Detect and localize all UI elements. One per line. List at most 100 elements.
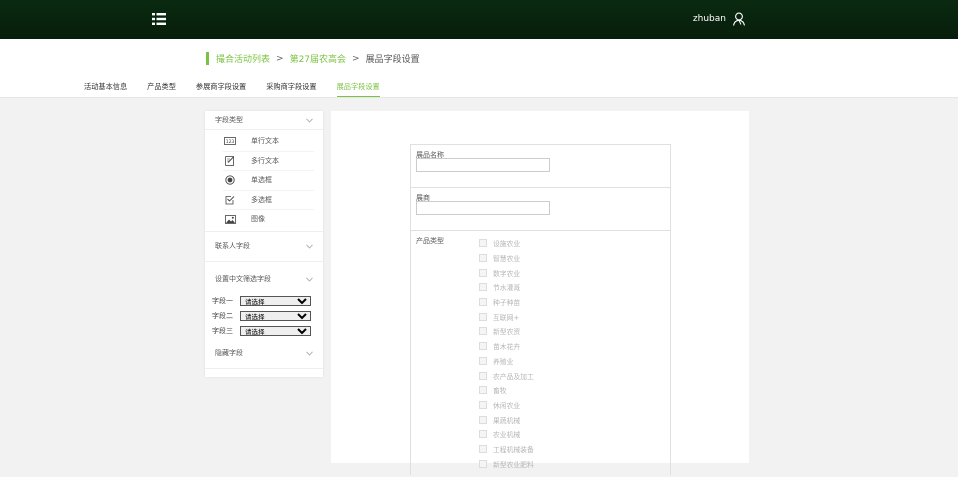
checkbox[interactable] bbox=[479, 415, 487, 424]
breadcrumb-current: 展品字段设置 bbox=[365, 55, 420, 65]
svg-text:123: 123 bbox=[226, 139, 235, 145]
sub-header: 撮合活动列表 > 第27届农高会 > 展品字段设置 活动基本信息 产品类型 参展… bbox=[0, 39, 958, 98]
option-label: 农产品及加工 bbox=[493, 372, 534, 381]
checkbox[interactable] bbox=[479, 239, 487, 248]
product-type-option[interactable]: 休闲农业 bbox=[479, 398, 534, 413]
product-type-option[interactable]: 农产品及加工 bbox=[479, 368, 534, 383]
form-preview-panel: 展品名称 展商 产品类型 设施农业 智慧农业 数字农业 节水灌溉 种子种苗 互联… bbox=[331, 111, 749, 475]
field-sidebar: 字段类型 123 单行文本 多行文本 单选框 多选框 图像 联系人字段 设置中文… bbox=[205, 111, 323, 377]
checkbox[interactable] bbox=[479, 298, 487, 307]
field-type-label: 多行文本 bbox=[251, 156, 279, 165]
filter-select-1[interactable]: 请选择 bbox=[240, 296, 311, 306]
exhibitor-input[interactable] bbox=[416, 201, 550, 215]
option-label: 养殖业 bbox=[493, 357, 514, 366]
checkbox[interactable] bbox=[479, 400, 487, 409]
product-type-option[interactable]: 果蔬机械 bbox=[479, 412, 534, 427]
checkbox[interactable] bbox=[479, 268, 487, 277]
username: zhuban bbox=[692, 14, 726, 24]
exhibit-name-input[interactable] bbox=[416, 158, 550, 172]
chevron-down-icon bbox=[306, 117, 313, 123]
hidden-fields-header[interactable]: 隐藏字段 bbox=[205, 339, 323, 369]
option-label: 畜牧 bbox=[493, 387, 507, 396]
field-type-header[interactable]: 字段类型 bbox=[205, 111, 323, 129]
filter-label: 字段二 bbox=[212, 312, 233, 320]
tab-buyer-fields[interactable]: 采购商字段设置 bbox=[266, 82, 316, 97]
form-row-product-type[interactable]: 产品类型 设施农业 智慧农业 数字农业 节水灌溉 种子种苗 互联网+ 新型农资 … bbox=[411, 231, 670, 477]
field-type-list: 123 单行文本 多行文本 单选框 多选框 图像 bbox=[205, 129, 323, 232]
field-type-label: 图像 bbox=[251, 215, 265, 224]
breadcrumb-event[interactable]: 第27届农高会 bbox=[290, 52, 346, 65]
filter-select-3[interactable]: 请选择 bbox=[240, 326, 311, 336]
option-label: 休闲农业 bbox=[493, 401, 521, 410]
checkbox[interactable] bbox=[479, 342, 487, 351]
chinese-filter-header[interactable]: 设置中文筛选字段 bbox=[205, 265, 323, 294]
tab-exhibit-fields[interactable]: 展品字段设置 bbox=[336, 82, 380, 97]
form-row-exhibitor[interactable]: 展商 bbox=[411, 188, 670, 231]
text-single-icon: 123 bbox=[224, 137, 236, 145]
checkbox[interactable] bbox=[479, 327, 487, 336]
top-bar: zhuban bbox=[0, 0, 958, 39]
option-label: 果蔬机械 bbox=[493, 416, 521, 425]
checkbox[interactable] bbox=[479, 312, 487, 321]
product-type-option[interactable]: 互联网+ bbox=[479, 309, 534, 324]
breadcrumb-separator: > bbox=[276, 53, 284, 64]
product-type-option[interactable]: 养殖业 bbox=[479, 354, 534, 369]
product-type-options: 设施农业 智慧农业 数字农业 节水灌溉 种子种苗 互联网+ 新型农资 苗木花卉 … bbox=[479, 236, 534, 471]
field-type-title: 字段类型 bbox=[215, 116, 243, 124]
breadcrumb: 撮合活动列表 > 第27届农高会 > 展品字段设置 bbox=[206, 52, 420, 65]
product-type-label: 产品类型 bbox=[416, 237, 444, 245]
option-label: 工程机械装备 bbox=[493, 445, 534, 454]
product-type-option[interactable]: 智慧农业 bbox=[479, 251, 534, 266]
user-icon bbox=[732, 12, 746, 26]
option-label: 设施农业 bbox=[493, 240, 521, 249]
chevron-down-icon bbox=[306, 276, 313, 282]
product-type-option[interactable]: 新型农业肥料 bbox=[479, 456, 534, 471]
checkbox[interactable] bbox=[479, 430, 487, 439]
filter-row: 字段二 请选择 bbox=[205, 309, 323, 324]
field-type-single-text[interactable]: 123 单行文本 bbox=[223, 132, 314, 152]
field-type-checkbox[interactable]: 多选框 bbox=[223, 191, 314, 210]
option-label: 节水灌溉 bbox=[493, 284, 521, 293]
product-type-option[interactable]: 畜牧 bbox=[479, 383, 534, 398]
field-type-image[interactable]: 图像 bbox=[223, 210, 314, 229]
list-menu-icon[interactable] bbox=[152, 13, 166, 25]
field-type-multi-text[interactable]: 多行文本 bbox=[223, 152, 314, 171]
product-type-option[interactable]: 种子种苗 bbox=[479, 295, 534, 310]
option-label: 种子种苗 bbox=[493, 299, 521, 308]
field-type-label: 多选框 bbox=[251, 195, 272, 204]
checkbox[interactable] bbox=[479, 459, 487, 468]
filter-row: 字段三 请选择 bbox=[205, 324, 323, 339]
product-type-option[interactable]: 工程机械装备 bbox=[479, 442, 534, 457]
text-multi-icon bbox=[225, 155, 235, 166]
product-type-option[interactable]: 节水灌溉 bbox=[479, 280, 534, 295]
user-menu[interactable]: zhuban bbox=[693, 12, 746, 26]
checkbox[interactable] bbox=[479, 254, 487, 263]
option-label: 智慧农业 bbox=[493, 255, 521, 264]
option-label: 苗木花卉 bbox=[493, 343, 521, 352]
checkbox[interactable] bbox=[479, 371, 487, 380]
filter-label: 字段三 bbox=[212, 327, 233, 335]
tab-product-type[interactable]: 产品类型 bbox=[147, 82, 176, 97]
chevron-down-icon bbox=[306, 243, 313, 249]
tab-bar: 活动基本信息 产品类型 参展商字段设置 采购商字段设置 展品字段设置 bbox=[84, 82, 400, 97]
product-type-option[interactable]: 苗木花卉 bbox=[479, 339, 534, 354]
tab-exhibitor-fields[interactable]: 参展商字段设置 bbox=[196, 82, 246, 97]
tab-basic-info[interactable]: 活动基本信息 bbox=[84, 82, 127, 97]
checkbox[interactable] bbox=[479, 386, 487, 395]
form-row-exhibit-name[interactable]: 展品名称 bbox=[411, 145, 670, 188]
product-type-option[interactable]: 数字农业 bbox=[479, 265, 534, 280]
field-type-label: 单行文本 bbox=[251, 137, 279, 146]
filter-select-2[interactable]: 请选择 bbox=[240, 311, 311, 321]
exhibit-form: 展品名称 展商 产品类型 设施农业 智慧农业 数字农业 节水灌溉 种子种苗 互联… bbox=[410, 144, 671, 475]
contact-fields-header[interactable]: 联系人字段 bbox=[205, 232, 323, 262]
checkbox[interactable] bbox=[479, 444, 487, 453]
checkbox[interactable] bbox=[479, 283, 487, 292]
checkbox[interactable] bbox=[479, 356, 487, 365]
option-label: 数字农业 bbox=[493, 269, 521, 278]
product-type-option[interactable]: 农业机械 bbox=[479, 427, 534, 442]
breadcrumb-activity-list[interactable]: 撮合活动列表 bbox=[216, 52, 270, 65]
product-type-option[interactable]: 设施农业 bbox=[479, 236, 534, 251]
product-type-option[interactable]: 新型农资 bbox=[479, 324, 534, 339]
chevron-down-icon bbox=[306, 350, 313, 356]
field-type-radio[interactable]: 单选框 bbox=[223, 171, 314, 191]
